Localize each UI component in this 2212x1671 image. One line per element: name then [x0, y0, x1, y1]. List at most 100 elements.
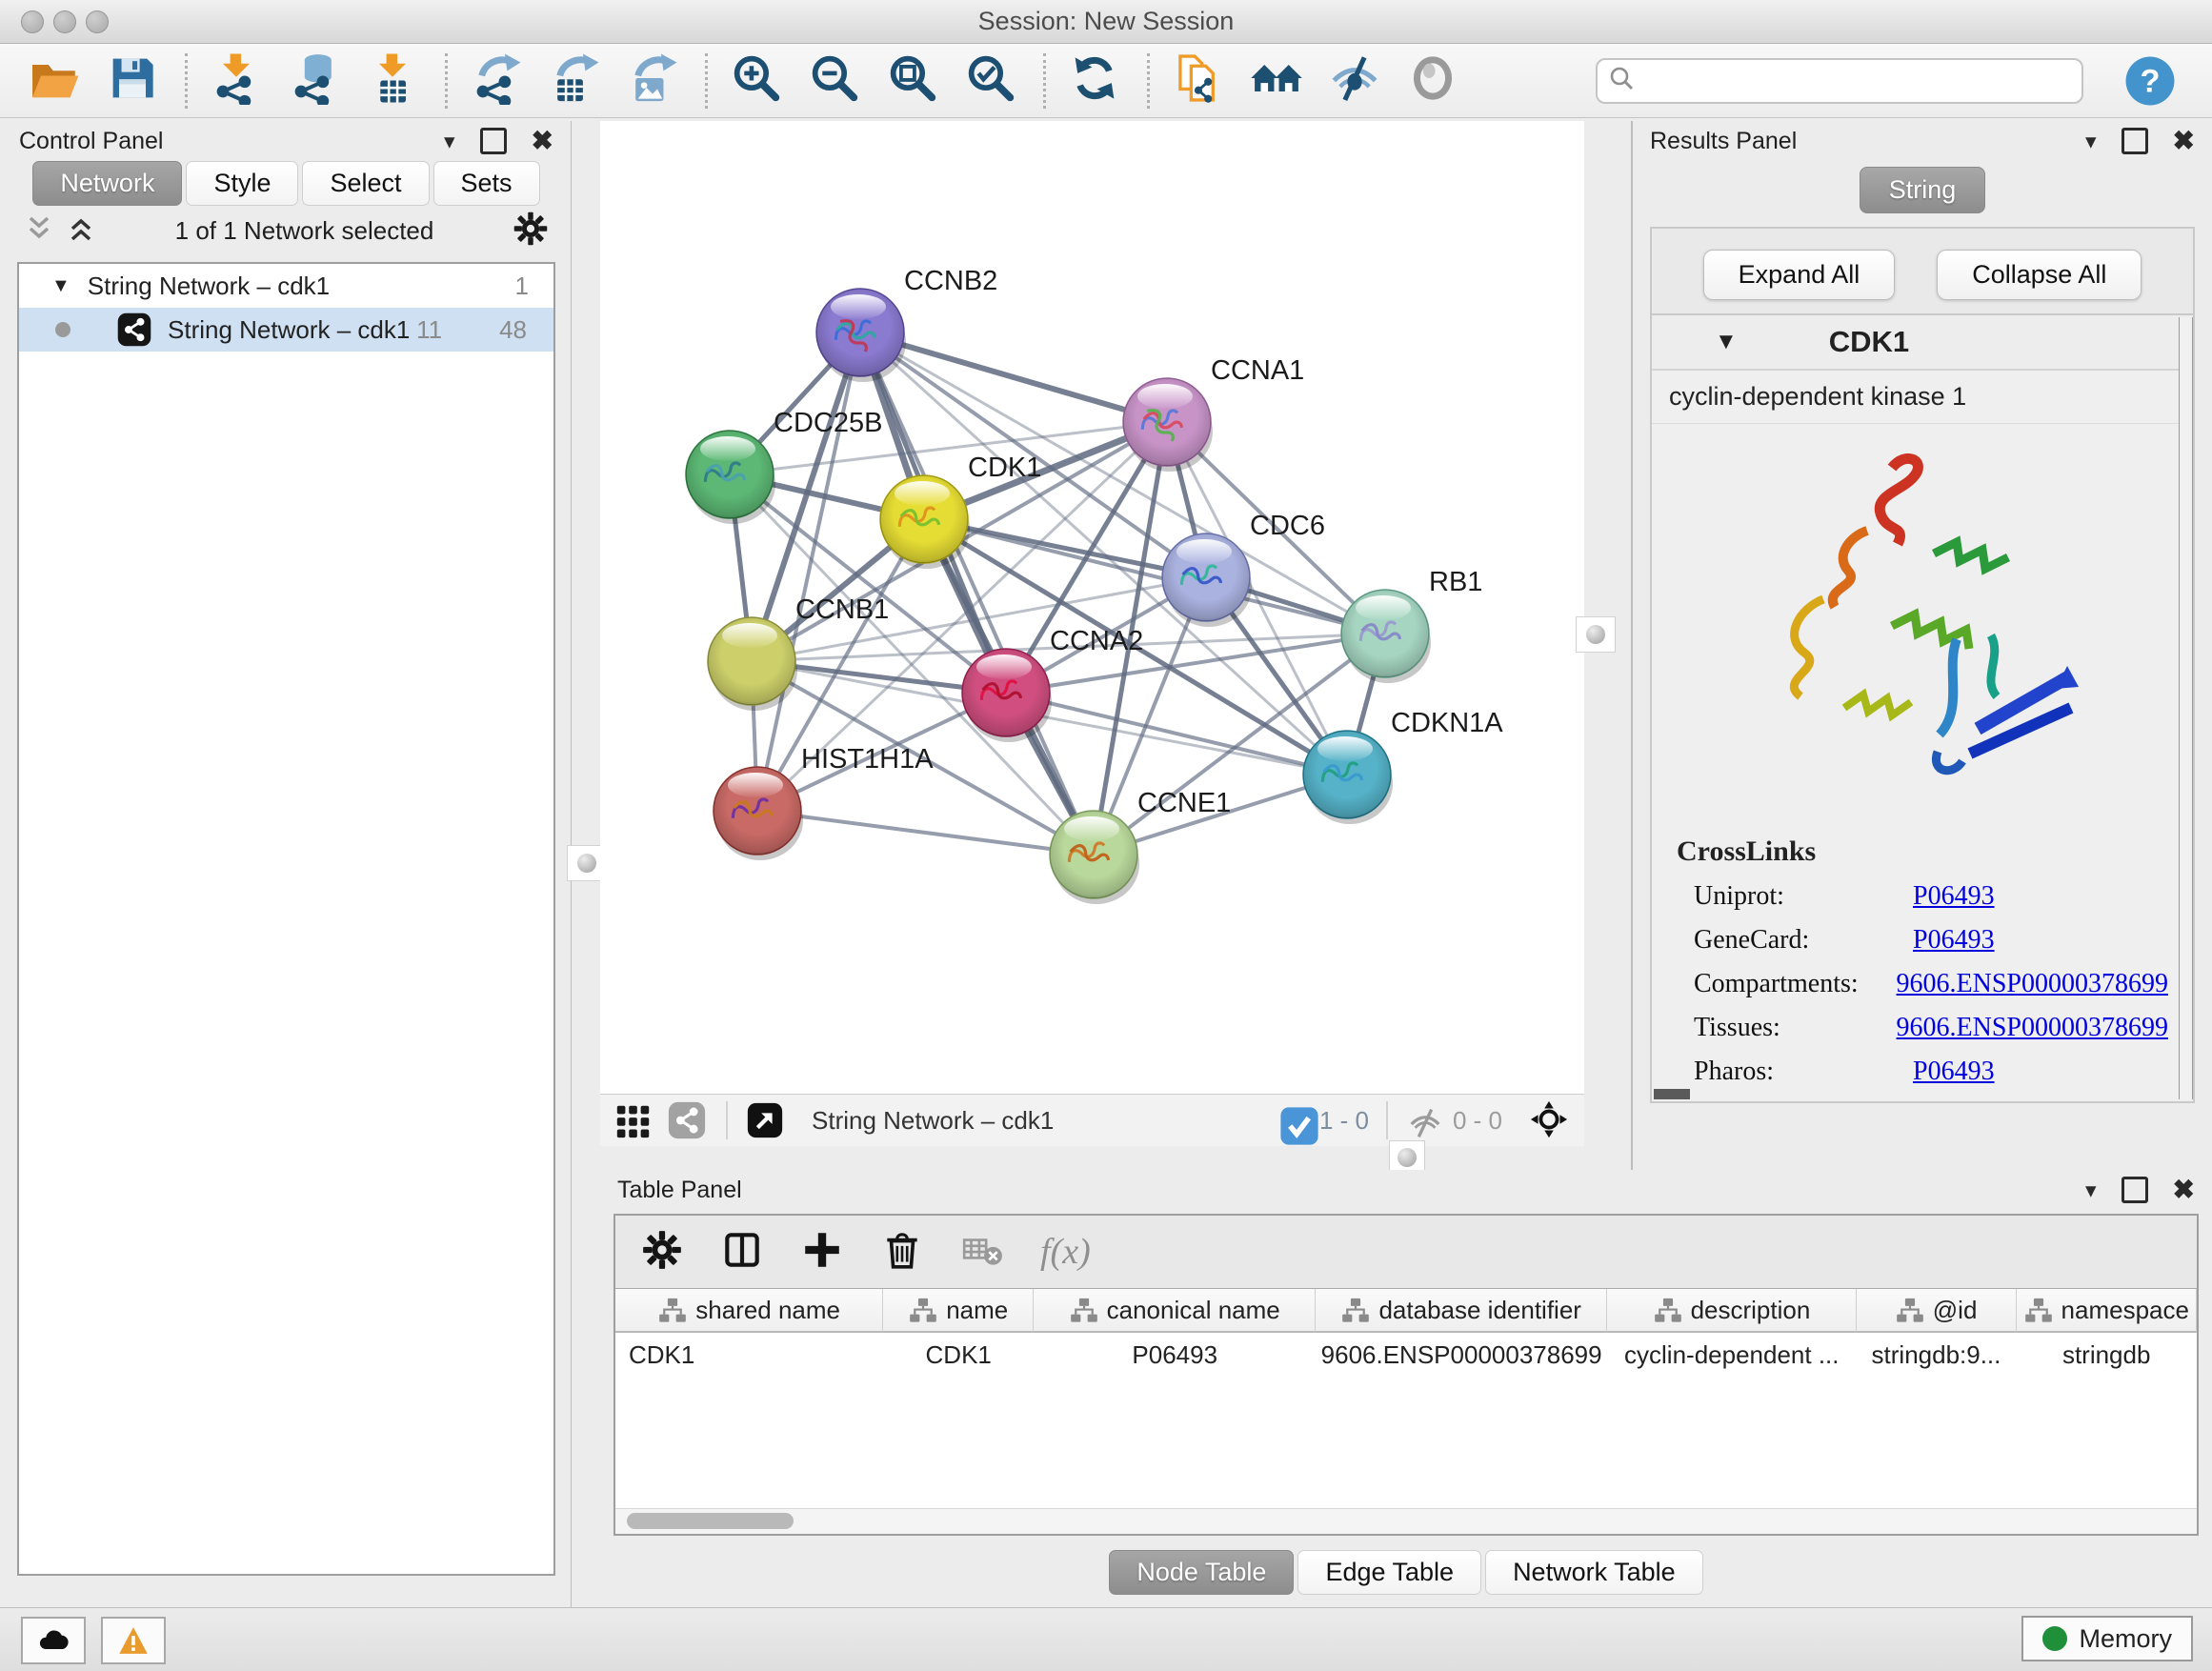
export-table-button[interactable]: [545, 51, 604, 111]
table-horizontal-scrollbar[interactable]: [615, 1508, 2197, 1534]
node-HIST1H1A[interactable]: HIST1H1A: [714, 744, 934, 860]
import-network-from-database-button[interactable]: [285, 51, 344, 111]
selected-checkbox-icon[interactable]: [1279, 1106, 1308, 1135]
gene-collapse-triangle-icon[interactable]: ▼: [1715, 329, 1738, 355]
column-header--id[interactable]: @id: [1857, 1289, 2017, 1333]
zoom-in-button[interactable]: [727, 51, 786, 111]
open-session-button[interactable]: [25, 51, 84, 111]
tab-select[interactable]: Select: [302, 161, 429, 206]
edge-CCNB2-HIST1H1A[interactable]: [757, 332, 860, 811]
network-view-share-icon[interactable]: [667, 1100, 707, 1140]
node-CDC25B[interactable]: CDC25B: [686, 408, 882, 524]
crosslink-link[interactable]: P06493: [1913, 925, 1995, 956]
node-CCNE1[interactable]: CCNE1: [1050, 788, 1231, 904]
column-header-description[interactable]: description: [1607, 1289, 1857, 1333]
edge-CCNB2-CCNA1[interactable]: [860, 332, 1167, 422]
cell-database-identifier[interactable]: 9606.ENSP00000378699: [1316, 1333, 1607, 1377]
cell--id[interactable]: stringdb:9...: [1857, 1333, 2017, 1377]
table-panel-float-icon[interactable]: [2122, 1177, 2148, 1203]
expand-all-networks-icon[interactable]: [65, 212, 97, 250]
tab-edge-table[interactable]: Edge Table: [1297, 1550, 1481, 1595]
node-label-CDK1: CDK1: [968, 453, 1041, 483]
add-column-icon[interactable]: [800, 1228, 844, 1277]
zoom-out-button[interactable]: [805, 51, 864, 111]
collapse-all-button[interactable]: Collapse All: [1937, 250, 2142, 300]
cell-description[interactable]: cyclin-dependent ...: [1607, 1333, 1856, 1377]
cloud-status-button[interactable]: [21, 1617, 86, 1664]
show-columns-icon[interactable]: [720, 1228, 764, 1277]
left-splitter[interactable]: [572, 121, 600, 1608]
node-CCNA1[interactable]: CCNA1: [1123, 355, 1304, 472]
network-status-dot-icon: [55, 322, 70, 337]
delete-row-trash-icon[interactable]: [880, 1228, 924, 1277]
crosslink-link[interactable]: P06493: [1913, 881, 1995, 912]
network-row[interactable]: String Network – cdk1 11 48: [19, 308, 553, 352]
right-splitter-grip[interactable]: [1576, 616, 1616, 653]
network-collection-row[interactable]: ▼ String Network – cdk1 1: [19, 264, 553, 308]
home-databases-button[interactable]: [1247, 51, 1306, 111]
export-image-button[interactable]: [623, 51, 682, 111]
show-eye-icon: [1406, 51, 1459, 110]
tab-sets[interactable]: Sets: [433, 161, 540, 206]
edge-HIST1H1A-CCNE1[interactable]: [757, 811, 1094, 855]
clone-network-button[interactable]: [1169, 51, 1228, 111]
grid-view-icon[interactable]: [613, 1100, 654, 1140]
tab-style[interactable]: Style: [186, 161, 298, 206]
expand-all-button[interactable]: Expand All: [1703, 250, 1896, 300]
table-row[interactable]: CDK1CDK1P064939606.ENSP00000378699cyclin…: [615, 1333, 2197, 1377]
tab-network-table[interactable]: Network Table: [1485, 1550, 1703, 1595]
results-horizontal-scroll-thumb[interactable]: [1654, 1089, 1690, 1099]
search-input[interactable]: [1643, 66, 2072, 95]
hide-selected-button[interactable]: [1325, 51, 1384, 111]
column-header-shared-name[interactable]: shared name: [615, 1289, 883, 1333]
tab-string[interactable]: String: [1860, 167, 1986, 213]
column-header-namespace[interactable]: namespace: [2017, 1289, 2197, 1333]
node-CDKN1A[interactable]: CDKN1A: [1303, 708, 1503, 824]
import-table-from-file-button[interactable]: [363, 51, 422, 111]
main-toolbar: ?: [0, 44, 2212, 118]
results-panel-close-icon[interactable]: ✖: [2173, 128, 2195, 154]
control-panel-float-menu-icon[interactable]: ▾: [444, 131, 455, 152]
collapse-all-networks-icon[interactable]: [23, 212, 55, 250]
warning-status-button[interactable]: [101, 1617, 166, 1664]
memory-button[interactable]: Memory: [2021, 1616, 2193, 1661]
cell-name[interactable]: CDK1: [883, 1333, 1034, 1377]
zoom-selected-button[interactable]: [961, 51, 1020, 111]
birdseye-view-icon[interactable]: [745, 1100, 785, 1140]
results-panel-title: Results Panel: [1650, 128, 1797, 155]
network-canvas[interactable]: CCNB2CCNA1CDC25BCDK1CDC6RB1CCNB1CCNA2CDK…: [600, 121, 1584, 1094]
tab-network[interactable]: Network: [32, 161, 182, 206]
results-panel-menu-icon[interactable]: ▾: [2085, 131, 2097, 152]
collection-expand-triangle-icon[interactable]: ▼: [51, 275, 70, 297]
apply-preferred-layout-button[interactable]: [1065, 51, 1124, 111]
help-button[interactable]: ?: [2123, 54, 2177, 108]
table-panel-menu-icon[interactable]: ▾: [2085, 1179, 2097, 1201]
save-session-button[interactable]: [103, 51, 162, 111]
results-panel-float-icon[interactable]: [2122, 128, 2148, 154]
control-panel-close-icon[interactable]: ✖: [532, 128, 553, 154]
table-scroll-thumb[interactable]: [627, 1513, 794, 1529]
table-panel-close-icon[interactable]: ✖: [2173, 1177, 2195, 1203]
crosslink-link[interactable]: 9606.ENSP00000378699: [1897, 969, 2168, 999]
cell-shared-name[interactable]: CDK1: [615, 1333, 883, 1377]
import-network-from-file-button[interactable]: [207, 51, 266, 111]
control-panel-float-icon[interactable]: [480, 128, 507, 154]
crosslink-link[interactable]: 9606.ENSP00000378699: [1897, 1013, 2168, 1043]
zoom-fit-content-button[interactable]: [883, 51, 942, 111]
results-vertical-scrollbar[interactable]: [2179, 317, 2193, 1099]
right-splitter[interactable]: [1584, 121, 1631, 1146]
show-all-button[interactable]: [1403, 51, 1462, 111]
node-RB1[interactable]: RB1: [1341, 567, 1482, 683]
network-options-gear-icon[interactable]: [512, 210, 550, 252]
tab-node-table[interactable]: Node Table: [1109, 1550, 1294, 1595]
cell-canonical-name[interactable]: P06493: [1034, 1333, 1316, 1377]
edge-CCNB2-CCNE1[interactable]: [860, 332, 1094, 855]
crosshair-icon[interactable]: [1529, 1099, 1571, 1141]
cell-namespace[interactable]: stringdb: [2016, 1333, 2197, 1377]
column-header-database-identifier[interactable]: database identifier: [1316, 1289, 1607, 1333]
table-settings-gear-icon[interactable]: [640, 1228, 684, 1277]
export-network-button[interactable]: [467, 51, 526, 111]
column-header-canonical-name[interactable]: canonical name: [1034, 1289, 1316, 1333]
column-header-name[interactable]: name: [883, 1289, 1034, 1333]
crosslink-link[interactable]: P06493: [1913, 1057, 1995, 1087]
